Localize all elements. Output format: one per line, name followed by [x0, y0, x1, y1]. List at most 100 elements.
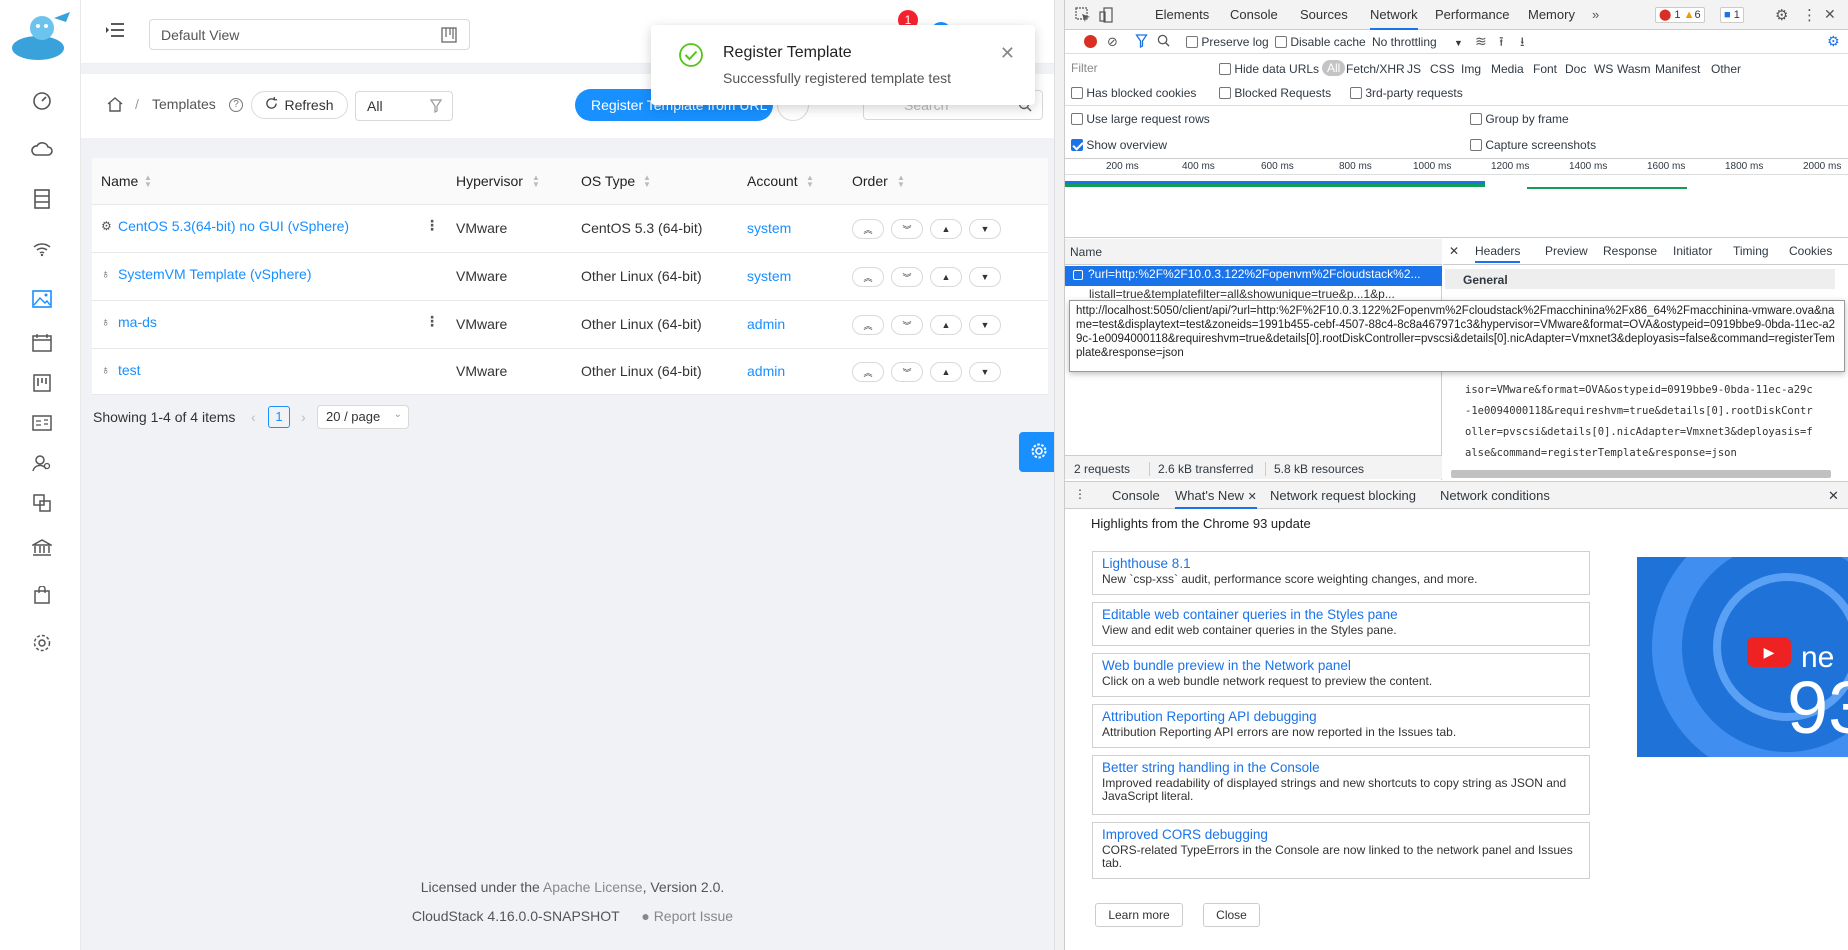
- column-header-hypervisor[interactable]: Hypervisor: [456, 173, 523, 189]
- move-top-button[interactable]: ︽: [852, 219, 884, 239]
- move-down-button[interactable]: ▼: [969, 362, 1001, 382]
- table-row[interactable]: ♁ ma-ds ⋮ VMware Other Linux (64-bit) ad…: [92, 301, 1048, 349]
- sort-icon[interactable]: ▲ ▼: [897, 174, 905, 189]
- move-up-button[interactable]: ▲: [930, 267, 962, 287]
- hide-data-urls-checkbox[interactable]: Hide data URLs: [1219, 62, 1319, 76]
- type-img[interactable]: Img: [1461, 62, 1481, 76]
- request-row-selected[interactable]: ?url=http:%2F%2F10.0.3.122%2Fopenvm%2Fcl…: [1065, 266, 1442, 286]
- highlight-title[interactable]: Editable web container queries in the St…: [1102, 607, 1398, 622]
- highlight-item[interactable]: Better string handling in the Console Imp…: [1092, 755, 1590, 815]
- scrollbar[interactable]: [1054, 0, 1064, 950]
- preserve-log-checkbox[interactable]: Preserve log: [1186, 35, 1269, 49]
- account-link[interactable]: admin: [747, 363, 785, 379]
- tab-preview[interactable]: Preview: [1545, 244, 1588, 258]
- bank-icon[interactable]: [29, 535, 55, 561]
- dashboard-icon[interactable]: [29, 88, 55, 114]
- move-bottom-button[interactable]: ︾: [891, 362, 923, 382]
- filter-select[interactable]: All: [355, 91, 453, 121]
- tab-network[interactable]: Network: [1370, 0, 1418, 30]
- template-name-link[interactable]: ma-ds: [118, 314, 157, 330]
- account-link[interactable]: admin: [747, 316, 785, 332]
- type-doc[interactable]: Doc: [1565, 62, 1586, 76]
- tab-timing[interactable]: Timing: [1733, 244, 1769, 258]
- move-down-button[interactable]: ▼: [969, 219, 1001, 239]
- highlight-item[interactable]: Attribution Reporting API debugging Attri…: [1092, 704, 1590, 748]
- template-name-link[interactable]: SystemVM Template (vSphere): [118, 266, 311, 282]
- sort-icon[interactable]: ▲ ▼: [532, 174, 540, 189]
- home-icon[interactable]: [106, 96, 124, 115]
- highlight-item[interactable]: Editable web container queries in the St…: [1092, 602, 1590, 646]
- highlight-title[interactable]: Web bundle preview in the Network panel: [1102, 658, 1351, 673]
- close-button[interactable]: Close: [1203, 903, 1260, 927]
- general-section-header[interactable]: General: [1445, 269, 1835, 289]
- move-up-button[interactable]: ▲: [930, 362, 962, 382]
- tab-sources[interactable]: Sources: [1300, 0, 1348, 30]
- move-bottom-button[interactable]: ︾: [891, 267, 923, 287]
- filter-icon[interactable]: [1135, 34, 1148, 51]
- help-icon[interactable]: ?: [229, 98, 243, 112]
- type-manifest[interactable]: Manifest: [1655, 62, 1700, 76]
- template-name-link[interactable]: CentOS 5.3(64-bit) no GUI (vSphere): [118, 218, 349, 234]
- project-icon[interactable]: [29, 370, 55, 396]
- column-header-order[interactable]: Order: [852, 173, 888, 189]
- device-toolbar-icon[interactable]: [1099, 7, 1115, 26]
- next-page-icon[interactable]: ›: [301, 409, 306, 425]
- export-har-icon[interactable]: ⭳: [1520, 33, 1525, 55]
- highlight-item[interactable]: Web bundle preview in the Network panel C…: [1092, 653, 1590, 697]
- move-bottom-button[interactable]: ︾: [891, 315, 923, 335]
- show-overview-checkbox[interactable]: Show overview: [1071, 138, 1167, 152]
- tab-performance[interactable]: Performance: [1435, 0, 1509, 30]
- calendar-icon[interactable]: [29, 330, 55, 356]
- drawer-tab-network-conditions[interactable]: Network conditions: [1440, 488, 1550, 503]
- clear-icon[interactable]: ⊘: [1107, 34, 1118, 50]
- highlight-item[interactable]: Lighthouse 8.1 New `csp-xss` audit, perfo…: [1092, 551, 1590, 595]
- overview-timeline[interactable]: 200 ms 400 ms 600 ms 800 ms 1000 ms 1200…: [1065, 158, 1848, 238]
- horizontal-scrollbar[interactable]: [1451, 470, 1831, 478]
- image-icon[interactable]: [29, 286, 55, 312]
- type-js[interactable]: JS: [1407, 62, 1421, 76]
- more-icon[interactable]: ⋮: [425, 313, 439, 330]
- close-drawer-icon[interactable]: ✕: [1828, 488, 1839, 504]
- type-font[interactable]: Font: [1533, 62, 1557, 76]
- move-bottom-button[interactable]: ︾: [891, 219, 923, 239]
- type-media[interactable]: Media: [1491, 62, 1524, 76]
- domain-icon[interactable]: [29, 490, 55, 516]
- type-other[interactable]: Other: [1711, 62, 1741, 76]
- page-button[interactable]: 1: [268, 406, 290, 428]
- move-down-button[interactable]: ▼: [969, 267, 1001, 287]
- report-issue-link[interactable]: Report Issue: [654, 908, 733, 924]
- kebab-menu-icon[interactable]: ⋮: [1802, 6, 1817, 24]
- throttling-select[interactable]: No throttling ▼: [1372, 35, 1463, 49]
- cloud-icon[interactable]: [29, 136, 55, 162]
- learn-more-button[interactable]: Learn more: [1095, 903, 1183, 927]
- shopping-bag-icon[interactable]: [29, 582, 55, 608]
- move-top-button[interactable]: ︽: [852, 267, 884, 287]
- settings-float-button[interactable]: [1019, 432, 1059, 472]
- view-selector[interactable]: Default View: [149, 19, 470, 50]
- account-link[interactable]: system: [747, 268, 791, 284]
- apache-license-link[interactable]: Apache License: [543, 879, 643, 895]
- highlight-title[interactable]: Lighthouse 8.1: [1102, 556, 1191, 571]
- move-down-button[interactable]: ▼: [969, 315, 1001, 335]
- highlight-item[interactable]: Improved CORS debugging CORS-related Type…: [1092, 822, 1590, 879]
- move-up-button[interactable]: ▲: [930, 219, 962, 239]
- column-header-os-type[interactable]: OS Type: [581, 173, 635, 189]
- page-size-select[interactable]: 20 / page ⌄: [317, 405, 409, 429]
- type-fetch-xhr[interactable]: Fetch/XHR: [1346, 62, 1405, 76]
- inspect-icon[interactable]: [1075, 7, 1091, 26]
- table-row[interactable]: ⚙ CentOS 5.3(64-bit) no GUI (vSphere) ⋮ …: [92, 205, 1048, 253]
- close-devtools-icon[interactable]: ✕: [1824, 6, 1836, 23]
- refresh-button[interactable]: Refresh: [251, 91, 348, 119]
- account-link[interactable]: system: [747, 220, 791, 236]
- tab-memory[interactable]: Memory: [1528, 0, 1575, 30]
- cloudstack-logo[interactable]: [8, 8, 76, 62]
- type-all[interactable]: All: [1322, 60, 1346, 76]
- tab-response[interactable]: Response: [1603, 244, 1657, 258]
- more-icon[interactable]: ⋮: [425, 217, 439, 234]
- record-icon[interactable]: [1084, 35, 1097, 48]
- drawer-tab-console[interactable]: Console: [1112, 488, 1160, 503]
- table-row[interactable]: ♁ SystemVM Template (vSphere) VMware Oth…: [92, 253, 1048, 301]
- large-rows-checkbox[interactable]: Use large request rows: [1071, 112, 1210, 126]
- column-header-name[interactable]: Name: [101, 173, 138, 189]
- tab-elements[interactable]: Elements: [1155, 0, 1209, 30]
